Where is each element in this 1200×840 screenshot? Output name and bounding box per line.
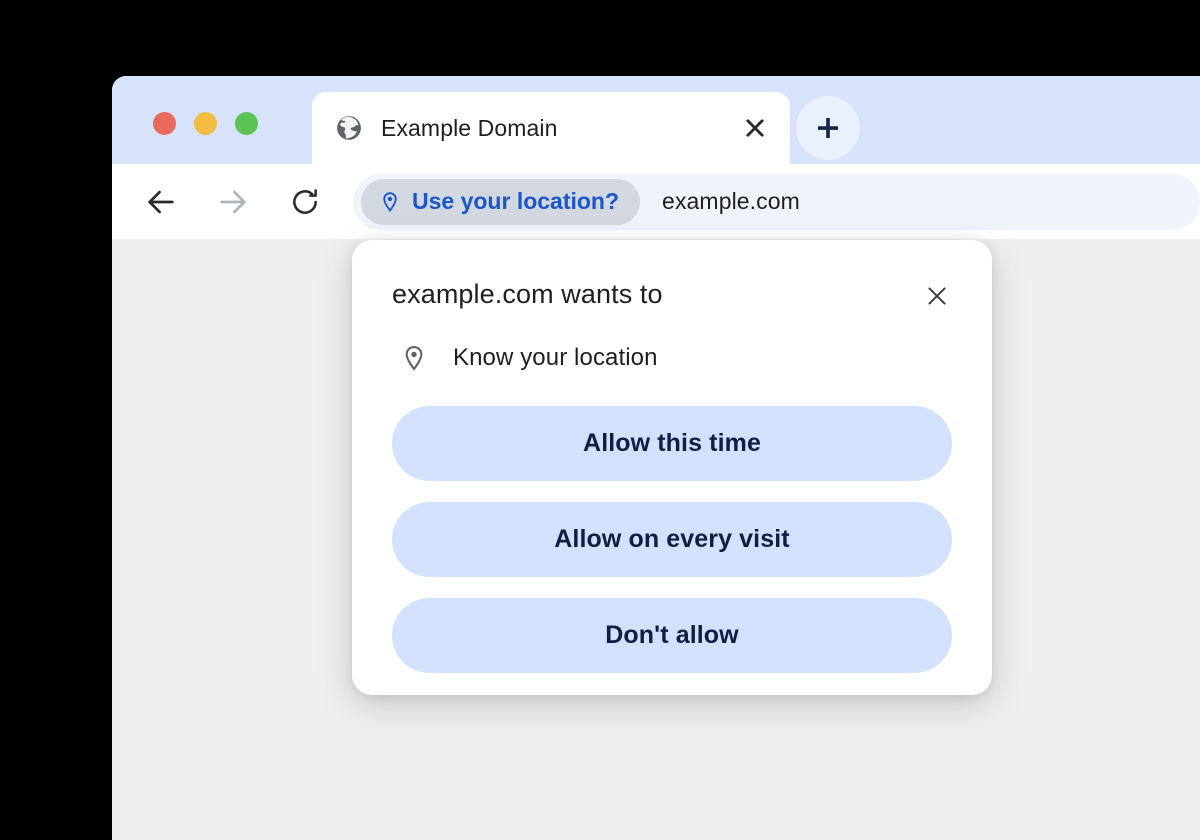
dialog-title: example.com wants to [392, 279, 663, 309]
window-zoom-button[interactable] [235, 112, 258, 135]
location-pin-icon [379, 191, 412, 213]
arrow-left-icon [144, 185, 178, 219]
close-icon [924, 283, 950, 309]
allow-this-time-button[interactable]: Allow this time [392, 406, 952, 481]
back-button[interactable] [138, 179, 184, 225]
tab-title: Example Domain [381, 114, 558, 141]
tab-strip: Example Domain [112, 76, 1200, 164]
permission-row-location: Know your location [392, 343, 952, 373]
location-chip-label: Use your location? [412, 188, 620, 214]
address-bar[interactable]: Use your location? example.com [353, 173, 1200, 230]
traffic-lights [153, 112, 258, 135]
location-pin-icon [399, 343, 429, 373]
dialog-close-button[interactable] [922, 281, 952, 311]
arrow-right-icon [216, 185, 250, 219]
window-minimize-button[interactable] [194, 112, 217, 135]
location-permission-chip[interactable]: Use your location? [361, 178, 641, 225]
dont-allow-button[interactable]: Don't allow [392, 598, 952, 673]
globe-icon [336, 115, 362, 141]
permission-label: Know your location [453, 344, 658, 371]
dialog-header: example.com wants to [392, 278, 952, 311]
forward-button [210, 179, 256, 225]
location-permission-dialog: example.com wants to Know your location … [352, 240, 992, 695]
plus-icon [813, 113, 843, 143]
tab-example-domain[interactable]: Example Domain [312, 92, 790, 164]
url-text: example.com [662, 188, 800, 214]
tab-close-icon[interactable] [742, 115, 768, 141]
reload-icon [289, 186, 321, 218]
window-close-button[interactable] [153, 112, 176, 135]
reload-button[interactable] [282, 179, 328, 225]
browser-toolbar: Use your location? example.com [112, 164, 1200, 239]
allow-every-visit-button[interactable]: Allow on every visit [392, 502, 952, 577]
dialog-actions: Allow this time Allow on every visit Don… [392, 406, 952, 673]
new-tab-button[interactable] [796, 96, 860, 160]
